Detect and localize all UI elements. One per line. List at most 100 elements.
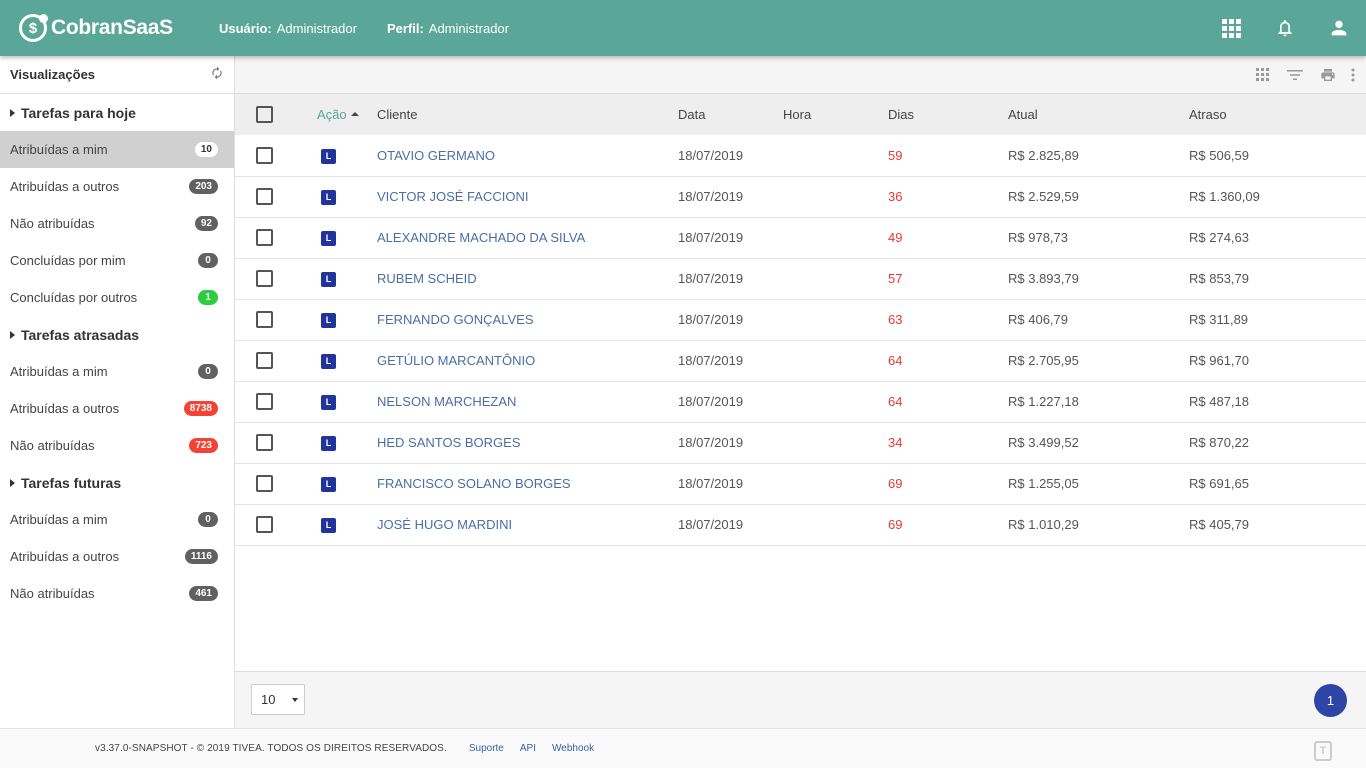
col-cliente[interactable]: Cliente	[377, 94, 678, 135]
cliente-cell[interactable]: FRANCISCO SOLANO BORGES	[377, 463, 678, 504]
sidebar-item[interactable]: Concluídas por mim 0	[0, 242, 234, 279]
row-checkbox[interactable]	[256, 352, 273, 369]
page-size-select[interactable]: 10	[251, 684, 305, 715]
cliente-cell[interactable]: NELSON MARCHEZAN	[377, 381, 678, 422]
apps-grid-icon[interactable]	[1204, 0, 1258, 56]
views-title: Visualizações	[10, 67, 96, 82]
col-atraso[interactable]: Atraso	[1189, 94, 1366, 135]
cliente-cell[interactable]: ALEXANDRE MACHADO DA SILVA	[377, 217, 678, 258]
col-atual[interactable]: Atual	[1008, 94, 1189, 135]
count-badge: 0	[198, 364, 218, 379]
row-checkbox[interactable]	[256, 311, 273, 328]
action-tag[interactable]: L	[321, 435, 336, 451]
action-tag[interactable]: L	[321, 271, 336, 287]
count-badge: 0	[198, 253, 218, 268]
refresh-icon[interactable]	[210, 66, 224, 83]
atual-cell: R$ 3.499,52	[1008, 435, 1079, 450]
pagination-bar: 10 1	[235, 671, 1366, 728]
table-row[interactable]: L VICTOR JOSÉ FACCIONI 18/07/2019 36 R$ 2.52…	[235, 176, 1366, 217]
row-checkbox[interactable]	[256, 146, 273, 164]
api-link[interactable]: API	[520, 743, 536, 754]
action-tag[interactable]: L	[321, 353, 336, 369]
sidebar-item[interactable]: Atribuídas a outros 1116	[0, 538, 234, 575]
atual-cell: R$ 1.255,05	[1008, 476, 1079, 491]
hora-cell	[783, 299, 888, 340]
select-all-checkbox[interactable]	[256, 106, 273, 123]
filter-icon[interactable]	[1280, 60, 1310, 90]
col-data[interactable]: Data	[678, 94, 783, 135]
row-checkbox[interactable]	[256, 229, 273, 246]
user-icon[interactable]	[1312, 0, 1366, 56]
cliente-cell[interactable]: OTAVIO GERMANO	[377, 135, 678, 176]
cliente-cell[interactable]: JOSÉ HUGO MARDINI	[377, 504, 678, 545]
dias-cell: 64	[888, 394, 903, 409]
row-checkbox[interactable]	[256, 475, 273, 492]
action-tag[interactable]: L	[321, 189, 336, 205]
table-row[interactable]: L ALEXANDRE MACHADO DA SILVA 18/07/2019 49 R…	[235, 217, 1366, 258]
action-tag[interactable]: L	[321, 517, 336, 533]
atual-cell: R$ 978,73	[1008, 230, 1068, 245]
more-vert-icon[interactable]	[1346, 60, 1360, 90]
table-header-row: Ação Cliente Data Hora Dias Atual Atraso	[235, 94, 1366, 135]
action-tag[interactable]: L	[321, 312, 336, 328]
col-dias[interactable]: Dias	[888, 94, 1008, 135]
action-tag[interactable]: L	[321, 394, 336, 410]
col-hora[interactable]: Hora	[783, 94, 888, 135]
action-tag[interactable]: L	[321, 148, 336, 164]
page-button-current[interactable]: 1	[1314, 684, 1347, 717]
print-icon[interactable]	[1313, 60, 1343, 90]
sidebar-item[interactable]: Não atribuídas 92	[0, 205, 234, 242]
app-footer: v3.37.0-SNAPSHOT - © 2019 TIVEA. TODOS O…	[0, 728, 1366, 768]
row-checkbox[interactable]	[256, 188, 273, 205]
atraso-cell: R$ 870,22	[1189, 435, 1249, 450]
table-row[interactable]: L FRANCISCO SOLANO BORGES 18/07/2019 69 R$ 1…	[235, 463, 1366, 504]
cliente-cell[interactable]: RUBEM SCHEID	[377, 258, 678, 299]
row-checkbox[interactable]	[256, 270, 273, 287]
action-tag[interactable]: L	[321, 230, 336, 246]
sidebar-item[interactable]: Atribuídas a mim 0	[0, 501, 234, 538]
table-row[interactable]: L FERNANDO GONÇALVES 18/07/2019 63 R$ 406,79…	[235, 299, 1366, 340]
columns-grid-icon[interactable]	[1247, 60, 1277, 90]
profile-value: Administrador	[428, 20, 509, 36]
sidebar-item[interactable]: Concluídas por outros 1	[0, 279, 234, 316]
logo-dollar-icon: $	[19, 14, 48, 42]
data-cell: 18/07/2019	[678, 312, 744, 327]
col-acao[interactable]: Ação	[317, 94, 377, 135]
sidebar-item[interactable]: Atribuídas a outros 203	[0, 168, 234, 205]
bell-icon[interactable]	[1258, 0, 1312, 56]
table-row[interactable]: L RUBEM SCHEID 18/07/2019 57 R$ 3.893,79 R$ 8…	[235, 258, 1366, 299]
row-checkbox[interactable]	[256, 434, 273, 451]
table-row[interactable]: L GETÚLIO MARCANTÔNIO 18/07/2019 64 R$ 2.705…	[235, 340, 1366, 381]
sidebar-item[interactable]: Atribuídas a outros 8738	[0, 390, 234, 427]
app-header: $ CobranSaaS Usuário: Administrador Perf…	[0, 0, 1366, 56]
dias-cell: 69	[888, 476, 903, 491]
sidebar-section-title[interactable]: Tarefas para hoje	[0, 94, 234, 131]
table-row[interactable]: L NELSON MARCHEZAN 18/07/2019 64 R$ 1.227,18…	[235, 381, 1366, 422]
support-link[interactable]: Suporte	[469, 743, 504, 754]
sidebar-item[interactable]: Atribuídas a mim 0	[0, 353, 234, 390]
cliente-cell[interactable]: GETÚLIO MARCANTÔNIO	[377, 340, 678, 381]
row-checkbox[interactable]	[256, 393, 273, 410]
sidebar-item[interactable]: Não atribuídas 723	[0, 427, 234, 464]
cliente-cell[interactable]: VICTOR JOSÉ FACCIONI	[377, 176, 678, 217]
sidebar-item[interactable]: Não atribuídas 461	[0, 575, 234, 612]
cliente-cell[interactable]: HED SANTOS BORGES	[377, 422, 678, 463]
cliente-cell[interactable]: FERNANDO GONÇALVES	[377, 299, 678, 340]
count-badge: 203	[189, 179, 218, 194]
hora-cell	[783, 340, 888, 381]
row-checkbox[interactable]	[256, 516, 273, 533]
count-badge: 461	[189, 586, 218, 601]
webhook-link[interactable]: Webhook	[552, 743, 594, 754]
data-cell: 18/07/2019	[678, 271, 744, 286]
sidebar-section-title[interactable]: Tarefas futuras	[0, 464, 234, 501]
sidebar-item[interactable]: Atribuídas a mim 10	[0, 131, 234, 168]
sidebar-section-title[interactable]: Tarefas atrasadas	[0, 316, 234, 353]
table-row[interactable]: L HED SANTOS BORGES 18/07/2019 34 R$ 3.499,5…	[235, 422, 1366, 463]
profile-label: Perfil:	[386, 20, 424, 36]
action-tag[interactable]: L	[321, 476, 336, 492]
app-logo[interactable]: $ CobranSaaS	[19, 14, 219, 42]
table-row[interactable]: L JOSÉ HUGO MARDINI 18/07/2019 69 R$ 1.010,2…	[235, 504, 1366, 545]
tasks-table: Ação Cliente Data Hora Dias Atual Atraso…	[235, 94, 1366, 546]
hora-cell	[783, 381, 888, 422]
table-row[interactable]: L OTAVIO GERMANO 18/07/2019 59 R$ 2.825,89 R$…	[235, 135, 1366, 176]
